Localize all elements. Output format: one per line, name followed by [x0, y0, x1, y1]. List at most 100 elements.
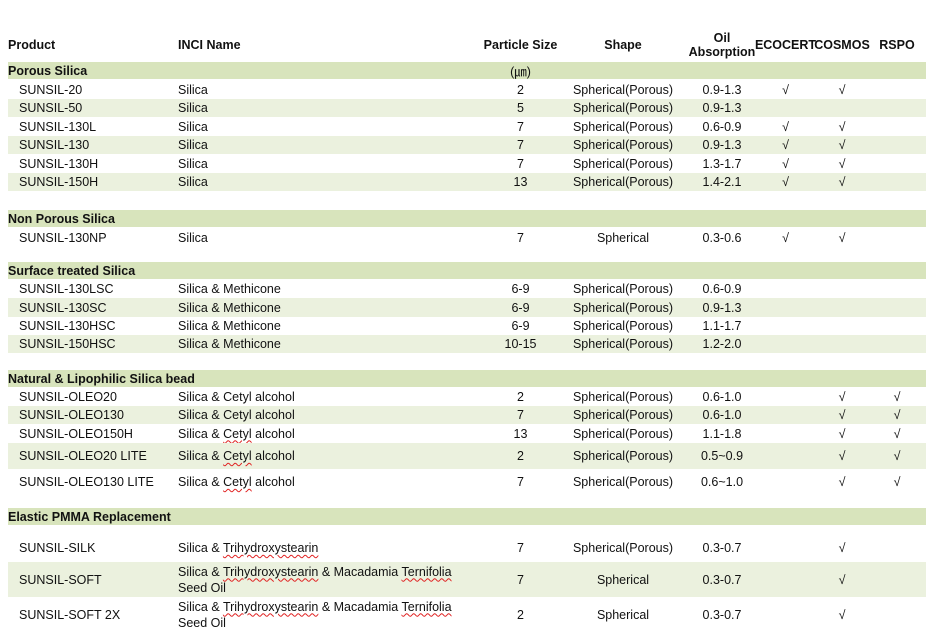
table-header-row: Product INCI Name Particle Size Shape Oi…: [8, 28, 926, 61]
product-spec-table: Product INCI Name Particle Size Shape Oi…: [0, 0, 939, 639]
product-name: SUNSIL-SOFT: [19, 572, 102, 587]
particle-size: 2: [517, 82, 524, 97]
rspo-check: √: [893, 426, 901, 441]
particle-size: 7: [517, 541, 524, 555]
cosmos-check: √: [838, 475, 846, 489]
table-row: SUNSIL-130NP Silica 7 Spherical 0.3-0.6 √ √: [8, 228, 926, 247]
particle-size: 7: [517, 138, 524, 152]
oil-absorption: 0.9-1.3: [702, 82, 742, 97]
particle-size: 7: [517, 408, 524, 422]
ecocert-check: [758, 335, 813, 353]
ecocert-check: [758, 280, 813, 298]
shape: Spherical(Porous): [572, 408, 674, 422]
particle-size: 7: [517, 119, 524, 134]
product-name: SUNSIL-OLEO20: [19, 389, 117, 404]
inci-fragment: alcohol: [251, 426, 295, 441]
shape: Spherical(Porous): [572, 319, 674, 333]
table-row: SUNSIL-130L Silica 7 Spherical(Porous) 0.6-0…: [8, 117, 926, 136]
table-row: SUNSIL-OLEO130 LITE Silica & Cetyl alcoho…: [8, 469, 926, 495]
particle-size: 6-9: [511, 300, 530, 315]
inci-text: Silica: [178, 137, 208, 153]
table-row: SUNSIL-OLEO20 Silica & Cetyl alcohol 2 Sphe…: [8, 387, 926, 406]
ecocert-check: [758, 469, 813, 495]
cosmos-check: [813, 280, 871, 298]
rspo-check: [871, 173, 923, 191]
oil-absorption: 0.9-1.3: [702, 138, 742, 152]
product-name: SUNSIL-SOFT 2X: [19, 607, 121, 622]
inci-fragment: & Macadamia: [318, 564, 402, 579]
cosmos-check: √: [838, 572, 846, 587]
particle-size: 13: [513, 175, 528, 189]
inci-fragment: Silica &: [178, 449, 224, 463]
inci-name: Silica & Trihydroxystearin & Macadamia T…: [178, 562, 478, 597]
shape: Spherical(Porous): [572, 300, 674, 315]
inci-fragment: Silica: [178, 138, 208, 152]
table-row: SUNSIL-OLEO130 Silica & Cetyl alcohol 7 Sph…: [8, 406, 926, 424]
ecocert-check: [758, 537, 813, 559]
product-name: SUNSIL-50: [19, 101, 83, 115]
particle-size: 10-15: [504, 337, 537, 351]
product-name: SUNSIL-130HSC: [19, 319, 116, 333]
cosmos-check: √: [838, 175, 846, 189]
particle-size: 2: [517, 449, 524, 463]
inci-fragment: alcohol: [251, 475, 295, 489]
product-name: SUNSIL-20: [19, 82, 83, 97]
particle-size: 2: [517, 389, 524, 404]
inci-name: Silica & Cetyl alcohol: [178, 424, 478, 443]
rspo-check: [871, 562, 923, 597]
shape: Spherical(Porous): [572, 449, 674, 463]
inci-name: Silica: [178, 117, 478, 136]
oil-absorption: 0.6~1.0: [700, 475, 744, 489]
shape: Spherical(Porous): [572, 101, 674, 115]
cosmos-check: [813, 335, 871, 353]
table-row: SUNSIL-150H Silica 13 Spherical(Porous) 1.4-…: [8, 173, 926, 191]
ecocert-check: √: [782, 119, 789, 134]
particle-size: 5: [517, 101, 524, 115]
inci-text: Silica & Cetyl alcohol: [178, 426, 295, 442]
ecocert-check: [758, 597, 813, 632]
section-header-row: Natural & Lipophilic Silica bead: [8, 370, 926, 387]
inci-fragment: Silica & Cetyl alcohol: [178, 408, 295, 422]
inci-name: Silica: [178, 80, 478, 99]
shape: Spherical(Porous): [572, 175, 674, 189]
inci-name: Silica & Methicone: [178, 335, 478, 353]
table-row: SUNSIL-130HSC Silica & Methicone 6-9 Spheri…: [8, 317, 926, 335]
rspo-check: [871, 317, 923, 335]
ecocert-check: √: [782, 175, 789, 189]
rspo-check: [871, 537, 923, 559]
cosmos-check: √: [838, 408, 846, 422]
product-name: SUNSIL-130: [19, 138, 90, 152]
section-title: Porous Silica: [8, 63, 88, 78]
inci-fragment: Silica: [178, 101, 208, 115]
inci-fragment: Silica: [178, 82, 208, 97]
inci-fragment: Silica &: [178, 426, 224, 441]
inci-name: Silica & Methicone: [178, 317, 478, 335]
inci-name: Silica & Cetyl alcohol: [178, 387, 478, 406]
rspo-check: [871, 335, 923, 353]
inci-fragment: Silica &: [178, 541, 223, 555]
inci-name: Silica & Trihydroxystearin & Macadamia T…: [178, 597, 478, 632]
rspo-check: √: [893, 408, 901, 422]
inci-text: Silica & Cetyl alcohol: [178, 474, 295, 490]
header-inci-name: INCI Name: [178, 37, 241, 52]
cosmos-check: [813, 99, 871, 117]
header-rspo: RSPO: [879, 37, 915, 52]
oil-absorption: 1.1-1.8: [702, 426, 742, 441]
inci-fragment: Silica: [178, 119, 208, 134]
shape: Spherical(Porous): [572, 389, 674, 404]
inci-text: Silica: [178, 119, 208, 135]
inci-name: Silica: [178, 136, 478, 154]
section-header-row: Porous Silica (㎛): [8, 62, 926, 79]
inci-fragment: Silica & Cetyl alcohol: [178, 389, 295, 404]
section-header-row: Non Porous Silica: [8, 210, 926, 227]
shape: Spherical: [596, 607, 650, 622]
header-particle-size: Particle Size: [483, 37, 558, 52]
inci-text: Silica & Trihydroxystearin & Macadamia T…: [178, 599, 478, 631]
oil-absorption: 0.6-1.0: [702, 408, 742, 422]
inci-text: Silica & Trihydroxystearin & Macadamia T…: [178, 564, 478, 596]
product-name: SUNSIL-SILK: [19, 541, 96, 555]
product-name: SUNSIL-150HSC: [19, 337, 116, 351]
rspo-check: [871, 99, 923, 117]
oil-absorption: 0.3-0.6: [702, 230, 742, 245]
ecocert-check: [758, 443, 813, 469]
